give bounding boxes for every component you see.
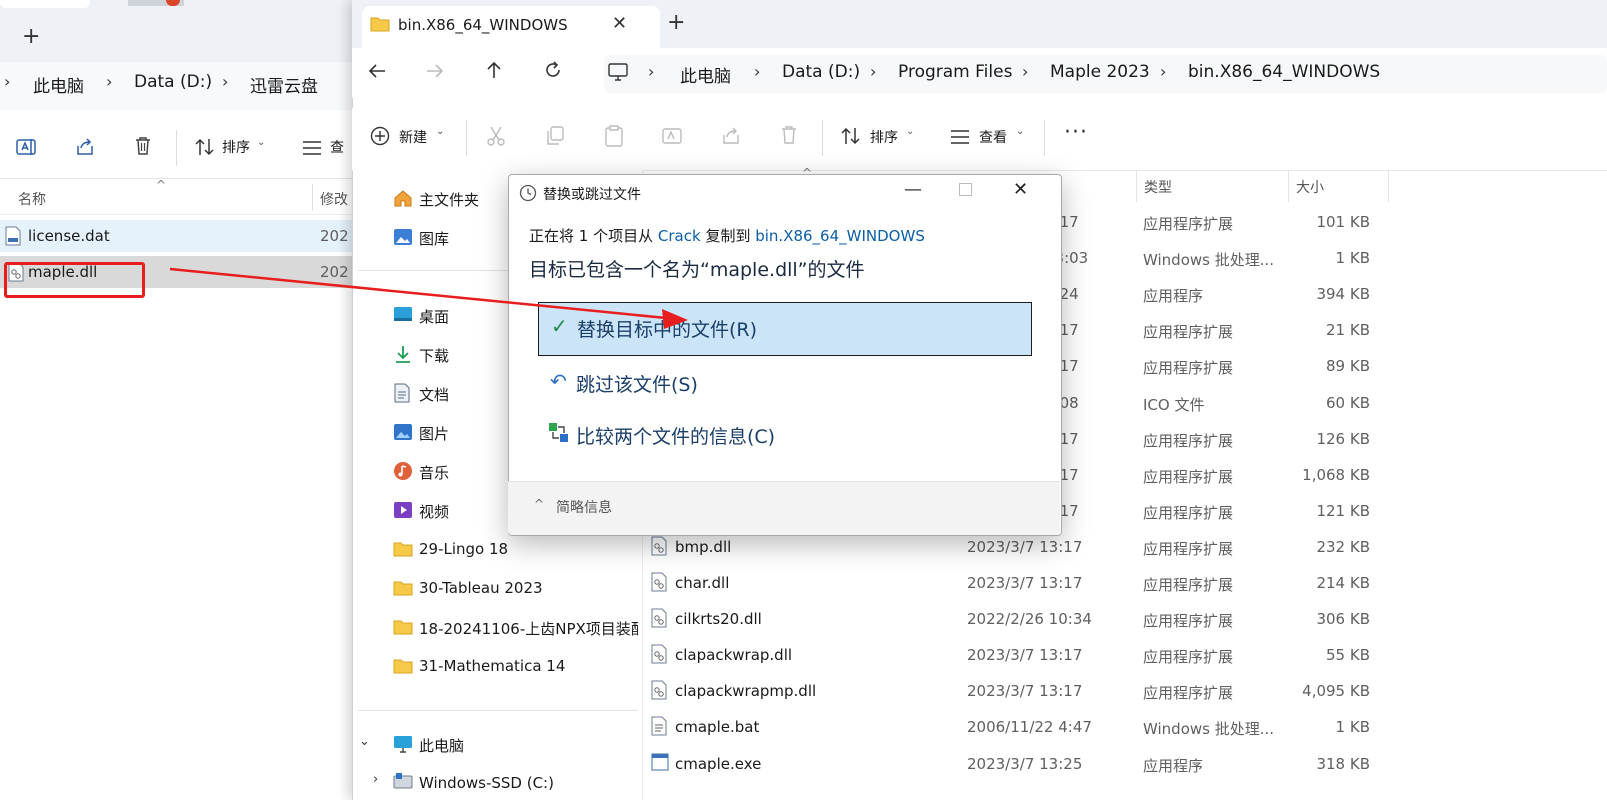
annotation-arrow — [169, 267, 688, 329]
